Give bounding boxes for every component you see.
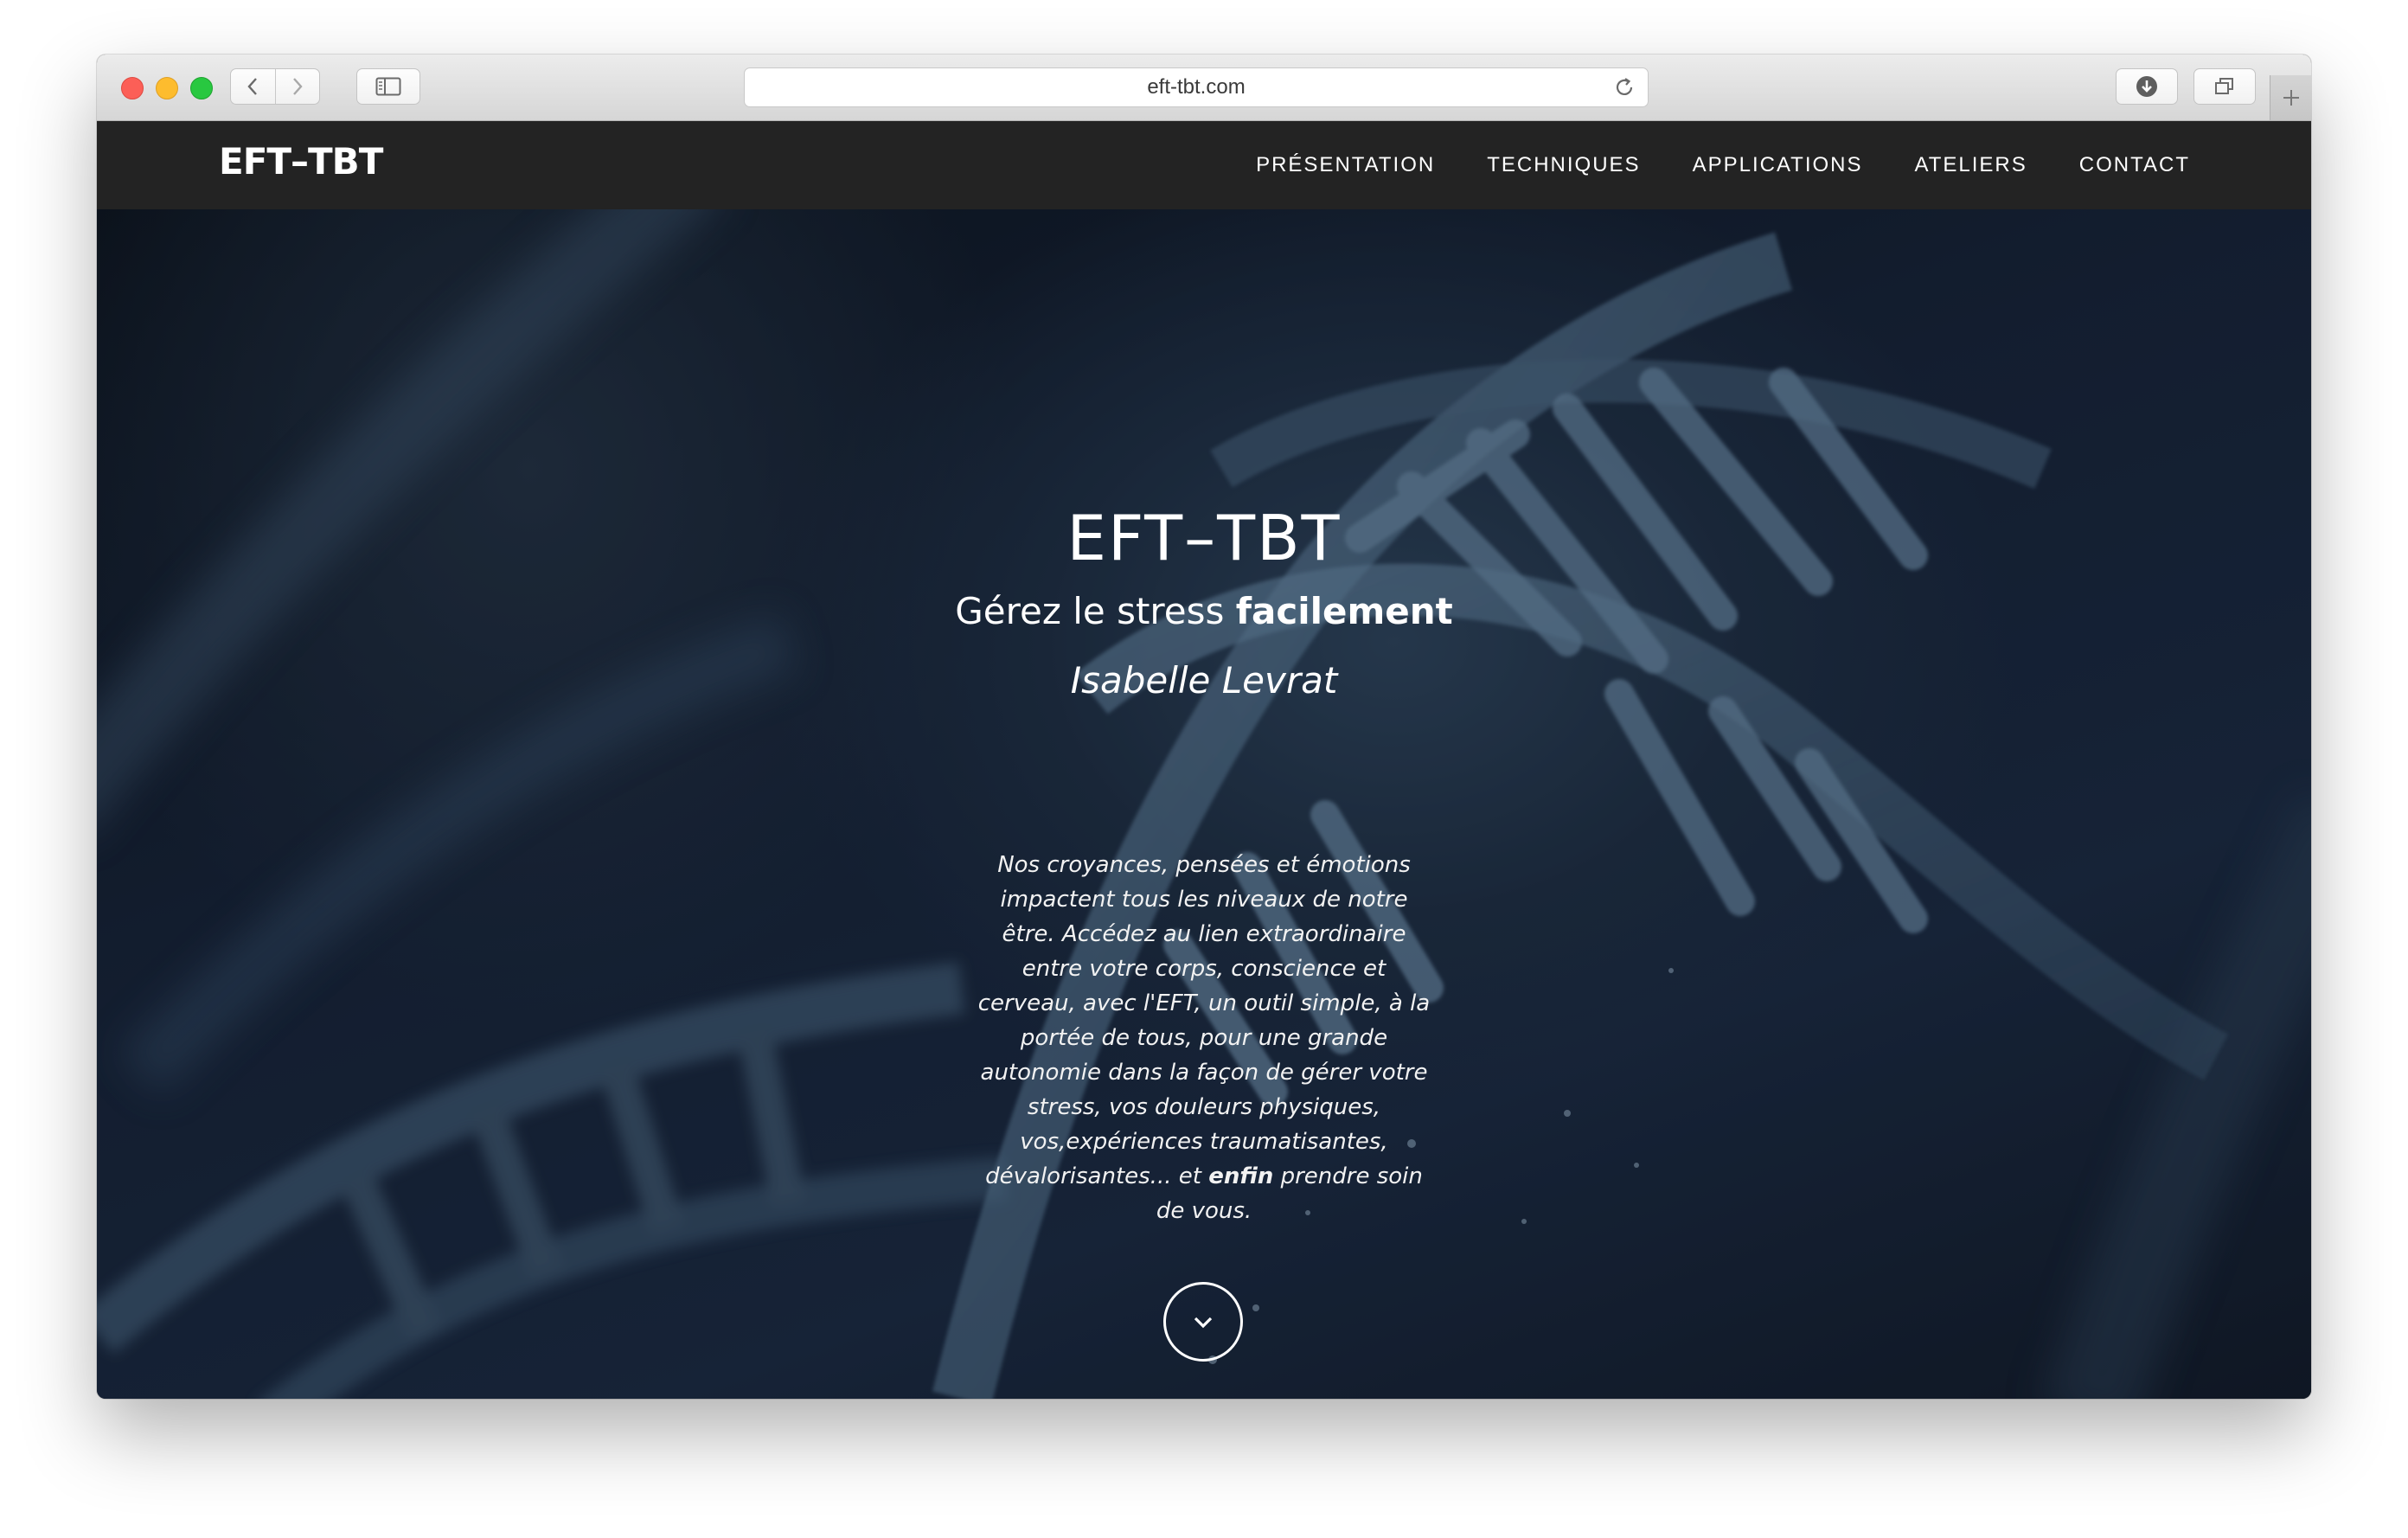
site-logo[interactable]: EFT–TBT	[219, 140, 383, 183]
url-text: eft-tbt.com	[1147, 75, 1246, 99]
nav-link-ateliers[interactable]: ATELIERS	[1915, 153, 2027, 177]
site-navbar: EFT–TBT PRÉSENTATION TECHNIQUES APPLICAT…	[97, 121, 2311, 209]
hero-section: EFT–TBT Gérez le stress facilement Isabe…	[97, 209, 2311, 1399]
hero-subtitle-emphasis: facilement	[1235, 590, 1453, 632]
plus-icon	[2283, 90, 2299, 106]
browser-toolbar: eft-tbt.com	[97, 54, 2311, 121]
reload-icon	[1616, 78, 1633, 95]
chevron-down-icon	[1194, 1317, 1213, 1329]
web-page: EFT–TBT PRÉSENTATION TECHNIQUES APPLICAT…	[97, 121, 2311, 1399]
reload-button[interactable]	[1613, 76, 1636, 103]
hero-description-text: Nos croyances, pensées et émotions impac…	[977, 852, 1431, 1189]
zoom-window-button[interactable]	[190, 77, 213, 99]
chevron-left-icon	[247, 78, 258, 95]
history-nav-group	[230, 68, 320, 105]
new-tab-button[interactable]	[2270, 75, 2311, 120]
chevron-right-icon	[292, 78, 303, 95]
hero-subtitle-text: Gérez le stress	[955, 590, 1236, 632]
tab-overview-button[interactable]	[2193, 68, 2256, 105]
back-button[interactable]	[231, 69, 276, 104]
hero-content: EFT–TBT Gérez le stress facilement Isabe…	[97, 209, 2311, 1399]
address-bar[interactable]: eft-tbt.com	[744, 67, 1649, 107]
browser-window: eft-tbt.com EFT–TBT PRÉSENTATION TECHNIQ…	[97, 54, 2311, 1399]
hero-author: Isabelle Levrat	[1070, 659, 1338, 702]
site-nav-menu: PRÉSENTATION TECHNIQUES APPLICATIONS ATE…	[1204, 121, 2190, 209]
nav-link-presentation[interactable]: PRÉSENTATION	[1256, 153, 1435, 177]
hero-description-emphasis: enfin	[1208, 1163, 1274, 1189]
hero-title: EFT–TBT	[1066, 502, 1342, 574]
hero-description: Nos croyances, pensées et émotions impac…	[970, 848, 1438, 1228]
nav-link-techniques[interactable]: TECHNIQUES	[1487, 153, 1640, 177]
tabs-overview-icon	[2215, 78, 2233, 94]
minimize-window-button[interactable]	[156, 77, 178, 99]
hero-subtitle: Gérez le stress facilement	[97, 590, 2311, 632]
download-icon	[2136, 76, 2157, 97]
scroll-down-button[interactable]	[1163, 1282, 1243, 1362]
close-window-button[interactable]	[121, 77, 144, 99]
sidebar-icon	[375, 77, 401, 96]
nav-link-contact[interactable]: CONTACT	[2079, 153, 2190, 177]
forward-button[interactable]	[276, 69, 320, 104]
sidebar-toggle-button[interactable]	[356, 68, 420, 105]
nav-link-applications[interactable]: APPLICATIONS	[1693, 153, 1863, 177]
downloads-button[interactable]	[2116, 68, 2178, 105]
